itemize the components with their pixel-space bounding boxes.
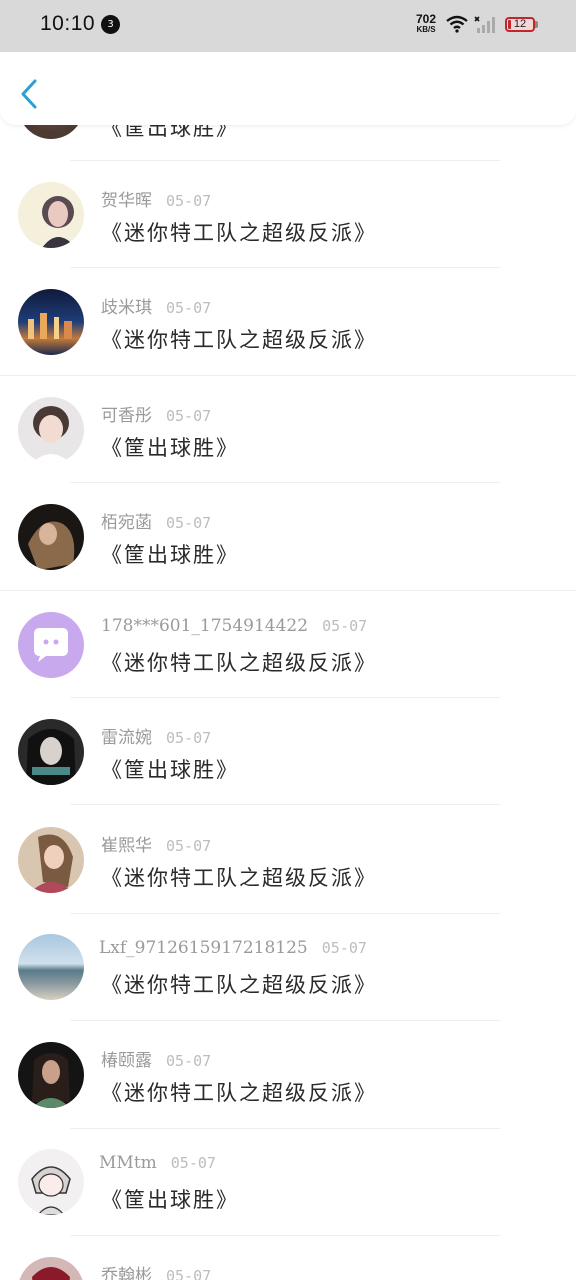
list-item[interactable]: 栢宛菡 05-07 《筐出球胜》	[0, 483, 576, 591]
comment-author: 椿颐露 05-07	[101, 1046, 211, 1071]
divider	[70, 804, 500, 805]
comment-author: 雷流婉 05-07	[101, 723, 211, 748]
battery-cap	[535, 21, 538, 28]
author-name: 贺华晖	[101, 191, 152, 211]
comment-author: 栢宛菡 05-07	[101, 508, 211, 533]
avatar	[18, 1149, 84, 1215]
comment-date: 05-07	[166, 514, 212, 532]
comment-title: 《迷你特工队之超级反派》	[101, 1081, 377, 1105]
comment-date: 05-07	[166, 1267, 212, 1280]
battery-icon: 12	[505, 17, 535, 32]
list-item[interactable]: Lxf_9712615917218125 05-07 《迷你特工队之超级反派》	[0, 913, 576, 1021]
comment-title: 《迷你特工队之超级反派》	[101, 651, 377, 675]
comment-title: 《筐出球胜》	[101, 758, 239, 782]
author-name: 178***601_1754914422	[101, 616, 309, 636]
comment-date: 05-07	[170, 1154, 216, 1172]
list-item[interactable]: 乔翰彬 05-07	[0, 1236, 576, 1280]
comment-list: 《筐出球胜》 贺华晖 05-07 《迷你特工队之超级反派》 歧米琪 05-07 《迷…	[0, 0, 576, 1280]
battery-level: 12	[513, 18, 527, 30]
avatar	[18, 612, 84, 678]
comment-title: 《迷你特工队之超级反派》	[101, 221, 377, 245]
avatar	[18, 827, 84, 893]
comment-title: 《迷你特工队之超级反派》	[101, 973, 377, 997]
avatar	[18, 719, 84, 785]
comment-title: 《筐出球胜》	[101, 436, 239, 460]
list-item[interactable]: 歧米琪 05-07 《迷你特工队之超级反派》	[0, 268, 576, 376]
status-time: 10:10	[40, 12, 96, 35]
avatar	[18, 504, 84, 570]
avatar	[18, 1042, 84, 1108]
comment-date: 05-07	[166, 407, 212, 425]
list-item[interactable]: 崔熙华 05-07 《迷你特工队之超级反派》	[0, 806, 576, 914]
wifi-icon	[446, 15, 468, 37]
comment-date: 05-07	[321, 939, 367, 957]
comment-title: 《筐出球胜》	[101, 543, 239, 567]
comment-title: 《迷你特工队之超级反派》	[101, 866, 377, 890]
comment-title: 《筐出球胜》	[101, 1188, 239, 1212]
author-name: 崔熙华	[101, 836, 152, 856]
list-item[interactable]: 贺华晖 05-07 《迷你特工队之超级反派》	[0, 161, 576, 268]
comment-author: MMtm 05-07	[99, 1153, 216, 1173]
author-name: 栢宛菡	[101, 513, 152, 533]
author-name: MMtm	[99, 1153, 157, 1173]
comment-author: Lxf_9712615917218125 05-07	[99, 938, 367, 958]
comment-date: 05-07	[166, 192, 212, 210]
comment-date: 05-07	[166, 837, 212, 855]
author-name: 歧米琪	[101, 298, 152, 318]
comment-title: 《迷你特工队之超级反派》	[101, 328, 377, 352]
avatar	[18, 1257, 84, 1280]
list-item[interactable]: MMtm 05-07 《筐出球胜》	[0, 1128, 576, 1236]
comment-date: 05-07	[166, 299, 212, 317]
avatar	[18, 397, 84, 463]
list-item[interactable]: 雷流婉 05-07 《筐出球胜》	[0, 698, 576, 805]
author-name: 雷流婉	[101, 728, 152, 748]
comment-author: 178***601_1754914422 05-07	[101, 616, 367, 636]
network-speed-value: 702	[415, 12, 437, 26]
status-bar: 10:10 3 702 KB/S 12	[0, 0, 576, 52]
signal-icon	[474, 16, 498, 38]
avatar	[18, 289, 84, 355]
comment-date: 05-07	[166, 1052, 212, 1070]
list-item[interactable]: 178***601_1754914422 05-07 《迷你特工队之超级反派》	[0, 591, 576, 698]
avatar	[18, 934, 84, 1000]
author-name: 可香彤	[101, 406, 152, 426]
notification-badge: 3	[101, 15, 120, 34]
author-name: 椿颐露	[101, 1051, 152, 1071]
comment-date: 05-07	[166, 729, 212, 747]
comment-author: 歧米琪 05-07	[101, 293, 211, 318]
author-name: Lxf_9712615917218125	[99, 938, 308, 958]
list-item[interactable]: 可香彤 05-07 《筐出球胜》	[0, 376, 576, 483]
network-speed-unit: KB/S	[416, 25, 436, 34]
comment-date: 05-07	[322, 617, 368, 635]
avatar	[18, 182, 84, 248]
comment-author: 崔熙华 05-07	[101, 831, 211, 856]
comment-author: 乔翰彬 05-07	[101, 1261, 211, 1280]
list-item[interactable]: 椿颐露 05-07 《迷你特工队之超级反派》	[0, 1021, 576, 1129]
comment-author: 可香彤 05-07	[101, 401, 211, 426]
network-speed: 702 KB/S	[414, 12, 438, 35]
comment-author: 贺华晖 05-07	[101, 186, 211, 211]
chevron-left-icon[interactable]	[18, 78, 42, 114]
top-nav-bar	[0, 52, 576, 125]
author-name: 乔翰彬	[101, 1266, 152, 1280]
